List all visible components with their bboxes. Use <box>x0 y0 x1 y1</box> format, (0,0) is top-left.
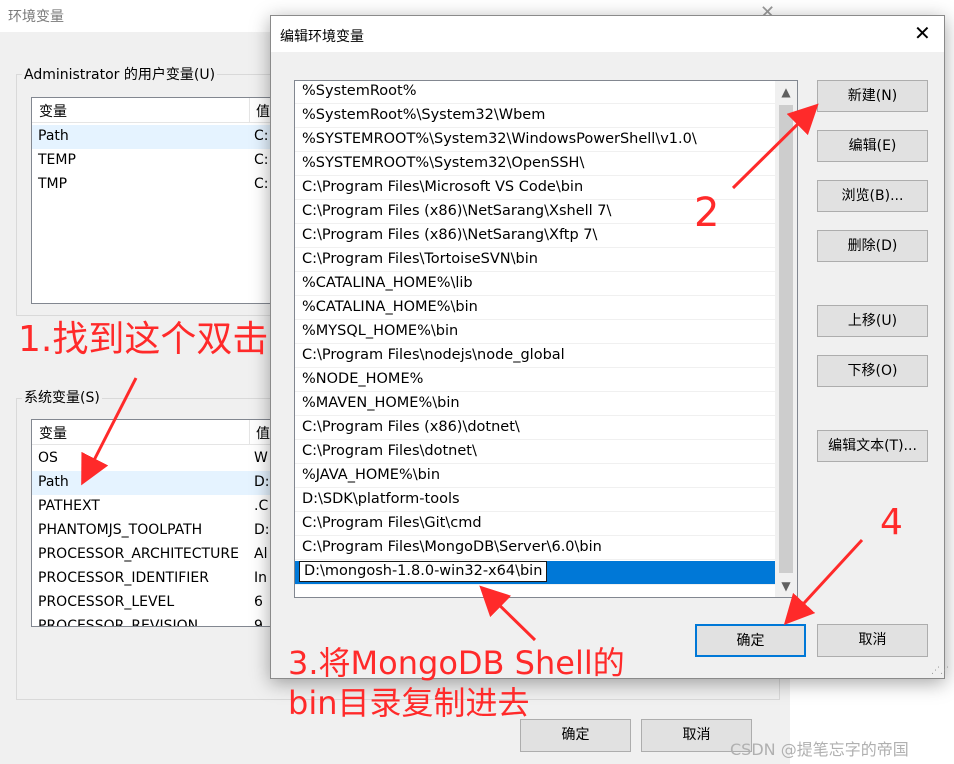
arrow-to-path-row <box>81 377 138 486</box>
annotation-arrows <box>81 103 864 642</box>
arrow-to-edit-field <box>479 585 537 642</box>
arrow-to-new-button <box>731 103 819 190</box>
watermark: CSDN @提笔忘字的帝国 <box>730 740 909 759</box>
arrow-to-ok-button <box>783 538 864 626</box>
